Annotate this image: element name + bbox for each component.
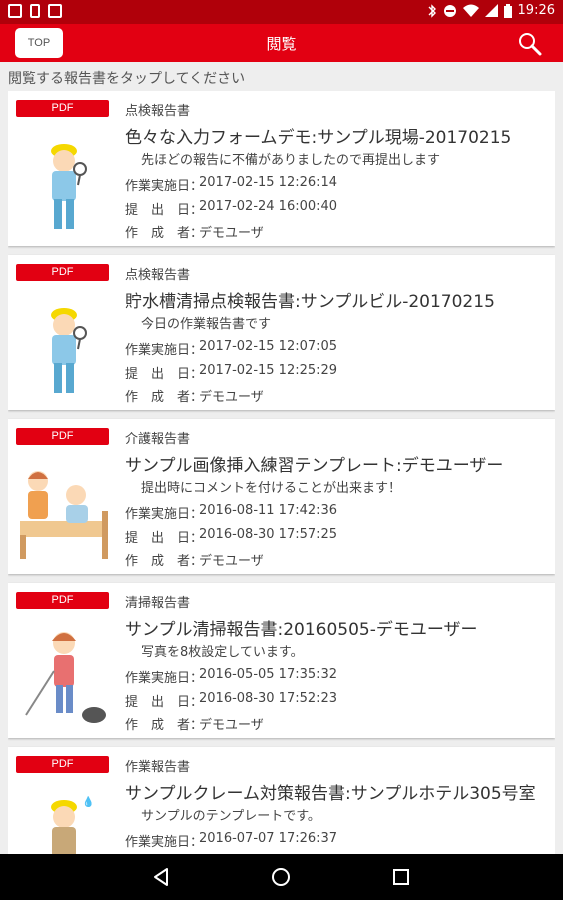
cleaner-illustration bbox=[25, 632, 106, 723]
author-label: 作 成 者： bbox=[125, 226, 204, 241]
worker-illustration: 💧 bbox=[51, 795, 94, 854]
submit-date-label: 提 出 日： bbox=[125, 695, 204, 710]
work-date-value: 2016-08-11 17:42:36 bbox=[199, 503, 338, 518]
author-label: 作 成 者： bbox=[125, 718, 204, 733]
work-date-label: 作業実施日： bbox=[125, 179, 204, 194]
author-value: デモユーザ bbox=[199, 554, 264, 569]
submit-date-label: 提 出 日： bbox=[125, 203, 204, 218]
report-card[interactable]: PDF 点検報告書 貯水槽清掃点検報告書:サンプルビル-20170215 今日の… bbox=[8, 255, 555, 410]
report-comment: 写真を8枚設定しています。 bbox=[141, 645, 304, 660]
author-value: デモユーザ bbox=[199, 718, 264, 733]
worker-illustration bbox=[51, 144, 87, 229]
pdf-badge[interactable]: PDF bbox=[16, 100, 109, 117]
author-value: デモユーザ bbox=[199, 390, 264, 405]
briefcase-notification-icon bbox=[48, 4, 62, 18]
work-date-value: 2016-07-07 17:26:37 bbox=[199, 831, 338, 846]
pdf-badge[interactable]: PDF bbox=[16, 264, 109, 281]
author-value: デモユーザ bbox=[199, 226, 264, 241]
submit-date-value: 2016-08-30 17:57:25 bbox=[199, 527, 338, 542]
submit-date-value: 2017-02-24 16:00:40 bbox=[199, 199, 338, 214]
worker-illustration bbox=[51, 308, 87, 393]
work-date-label: 作業実施日： bbox=[125, 343, 204, 358]
report-title: サンプルクレーム対策報告書:サンプルホテル305号室 bbox=[125, 784, 536, 804]
app-bar: TOP 閲覧 bbox=[0, 24, 563, 62]
author-label: 作 成 者： bbox=[125, 554, 204, 569]
pdf-badge[interactable]: PDF bbox=[16, 756, 109, 773]
status-time: 19:26 bbox=[517, 3, 555, 18]
battery-icon bbox=[503, 3, 512, 18]
signal-icon bbox=[484, 4, 498, 17]
report-card[interactable]: PDF 介護報告書 サンプル画像挿入練習テンプレート:デモユーザー 提出時にコメ… bbox=[8, 419, 555, 574]
caregiver-illustration bbox=[20, 471, 108, 559]
status-bar: 19:26 bbox=[0, 0, 563, 24]
recents-icon[interactable] bbox=[390, 866, 412, 888]
pdf-badge[interactable]: PDF bbox=[16, 592, 109, 609]
report-comment: サンプルのテンプレートです。 bbox=[141, 809, 321, 824]
submit-date-value: 2017-02-15 12:25:29 bbox=[199, 363, 338, 378]
svg-text:💧: 💧 bbox=[82, 795, 94, 808]
pdf-badge[interactable]: PDF bbox=[16, 428, 109, 445]
report-title: 色々な入力フォームデモ:サンプル現場-20170215 bbox=[125, 128, 512, 148]
back-icon[interactable] bbox=[150, 866, 172, 888]
gallery-notification-icon bbox=[8, 4, 22, 18]
report-category: 点検報告書 bbox=[125, 104, 191, 119]
bluetooth-icon bbox=[428, 3, 436, 18]
report-card[interactable]: PDF 清掃報告書 サンプル清掃報告書:20160505-デモユーザー 写真を8… bbox=[8, 583, 555, 738]
report-category: 作業報告書 bbox=[125, 760, 191, 775]
system-nav-bar bbox=[0, 854, 563, 900]
search-icon[interactable] bbox=[517, 31, 543, 57]
report-comment: 今日の作業報告書です bbox=[141, 317, 272, 332]
report-title: 貯水槽清掃点検報告書:サンプルビル-20170215 bbox=[125, 292, 495, 312]
report-title: サンプル画像挿入練習テンプレート:デモユーザー bbox=[125, 456, 504, 476]
sim-notification-icon bbox=[30, 4, 40, 18]
work-date-label: 作業実施日： bbox=[125, 835, 204, 850]
work-date-value: 2017-02-15 12:07:05 bbox=[199, 339, 338, 354]
home-icon[interactable] bbox=[270, 866, 292, 888]
work-date-value: 2017-02-15 12:26:14 bbox=[199, 175, 338, 190]
wifi-icon bbox=[462, 4, 479, 17]
report-card[interactable]: PDF 💧 作業報告書 サンプルクレーム対策報告書:サンプルホテル305号室 サ… bbox=[8, 747, 555, 854]
submit-date-label: 提 出 日： bbox=[125, 367, 204, 382]
submit-date-value: 2016-08-30 17:52:23 bbox=[199, 691, 338, 706]
report-category: 清掃報告書 bbox=[125, 596, 191, 611]
work-date-label: 作業実施日： bbox=[125, 671, 204, 686]
report-comment: 先ほどの報告に不備がありましたので再提出します bbox=[141, 153, 441, 168]
report-card[interactable]: PDF 点検報告書 色々な入力フォームデモ:サンプル現場-20170215 先ほ… bbox=[8, 91, 555, 246]
page-title: 閲覧 bbox=[266, 35, 297, 53]
report-category: 点検報告書 bbox=[125, 268, 191, 283]
work-date-value: 2016-05-05 17:35:32 bbox=[199, 667, 338, 682]
instruction-text: 閲覧する報告書をタップしてください bbox=[8, 71, 246, 87]
report-title: サンプル清掃報告書:20160505-デモユーザー bbox=[125, 620, 478, 640]
report-category: 介護報告書 bbox=[125, 432, 191, 447]
report-comment: 提出時にコメントを付けることが出来ます！ bbox=[141, 481, 402, 496]
work-date-label: 作業実施日： bbox=[125, 507, 204, 522]
author-label: 作 成 者： bbox=[125, 390, 204, 405]
report-list: PDF 点検報告書 色々な入力フォームデモ:サンプル現場-20170215 先ほ… bbox=[8, 91, 555, 854]
submit-date-label: 提 出 日： bbox=[125, 531, 204, 546]
dnd-icon bbox=[443, 4, 456, 17]
